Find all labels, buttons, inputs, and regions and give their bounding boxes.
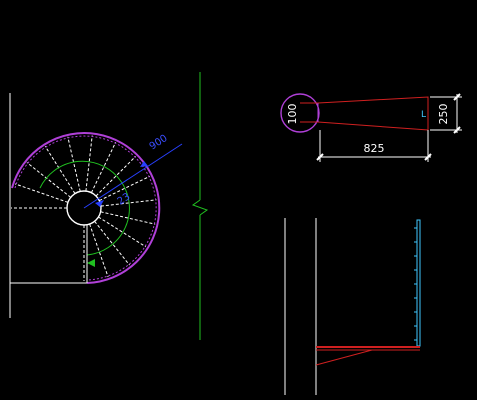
drawing-background	[0, 0, 477, 400]
tread-small-mark: L	[421, 110, 426, 120]
width-dimension-text: 250	[437, 104, 450, 125]
length-dimension-text: 825	[364, 142, 385, 155]
column-diameter-text: 100	[286, 104, 299, 125]
cad-drawing-canvas: 900 23 100 L 825 250	[0, 0, 477, 400]
